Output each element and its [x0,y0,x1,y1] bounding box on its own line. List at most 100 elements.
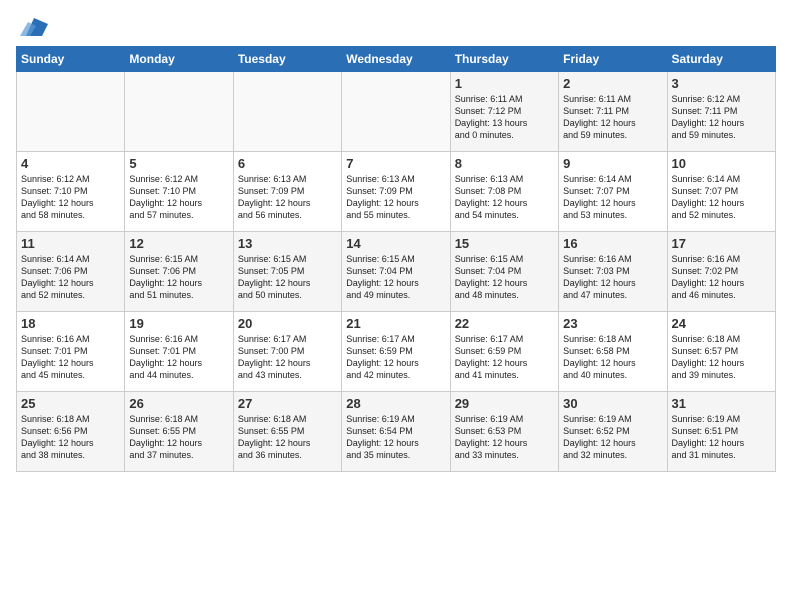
day-content: Sunrise: 6:14 AM Sunset: 7:07 PM Dayligh… [672,173,771,222]
day-number: 25 [21,396,120,411]
day-number: 27 [238,396,337,411]
day-content: Sunrise: 6:16 AM Sunset: 7:03 PM Dayligh… [563,253,662,302]
day-number: 11 [21,236,120,251]
day-content: Sunrise: 6:13 AM Sunset: 7:08 PM Dayligh… [455,173,554,222]
day-cell [233,72,341,152]
page: SundayMondayTuesdayWednesdayThursdayFrid… [0,0,792,612]
day-cell: 27 Sunrise: 6:18 AM Sunset: 6:55 PM Dayli… [233,392,341,472]
day-cell: 6 Sunrise: 6:13 AM Sunset: 7:09 PM Daylig… [233,152,341,232]
day-content: Sunrise: 6:14 AM Sunset: 7:07 PM Dayligh… [563,173,662,222]
day-content: Sunrise: 6:14 AM Sunset: 7:06 PM Dayligh… [21,253,120,302]
day-cell: 18Sunrise: 6:16 AM Sunset: 7:01 PM Dayli… [17,312,125,392]
day-number: 19 [129,316,228,331]
weekday-header-thursday: Thursday [450,47,558,72]
day-content: Sunrise: 6:18 AM Sunset: 6:55 PM Dayligh… [129,413,228,462]
day-number: 28 [346,396,445,411]
day-number: 3 [672,76,771,91]
weekday-header-tuesday: Tuesday [233,47,341,72]
weekday-row: SundayMondayTuesdayWednesdayThursdayFrid… [17,47,776,72]
day-number: 31 [672,396,771,411]
day-content: Sunrise: 6:18 AM Sunset: 6:55 PM Dayligh… [238,413,337,462]
day-cell [342,72,450,152]
day-content: Sunrise: 6:12 AM Sunset: 7:11 PM Dayligh… [672,93,771,142]
week-row-5: 25 Sunrise: 6:18 AM Sunset: 6:56 PM Dayli… [17,392,776,472]
day-number: 5 [129,156,228,171]
day-cell: 9 Sunrise: 6:14 AM Sunset: 7:07 PM Daylig… [559,152,667,232]
day-number: 10 [672,156,771,171]
day-content: Sunrise: 6:16 AM Sunset: 7:02 PM Dayligh… [672,253,771,302]
day-content: Sunrise: 6:19 AM Sunset: 6:51 PM Dayligh… [672,413,771,462]
day-number: 17 [672,236,771,251]
day-cell [17,72,125,152]
day-cell: 3 Sunrise: 6:12 AM Sunset: 7:11 PM Daylig… [667,72,775,152]
day-content: Sunrise: 6:11 AM Sunset: 7:11 PM Dayligh… [563,93,662,142]
day-cell: 24Sunrise: 6:18 AM Sunset: 6:57 PM Dayli… [667,312,775,392]
day-cell: 8 Sunrise: 6:13 AM Sunset: 7:08 PM Daylig… [450,152,558,232]
week-row-1: 1 Sunrise: 6:11 AM Sunset: 7:12 PM Daylig… [17,72,776,152]
weekday-header-friday: Friday [559,47,667,72]
day-cell: 16Sunrise: 6:16 AM Sunset: 7:03 PM Dayli… [559,232,667,312]
day-content: Sunrise: 6:18 AM Sunset: 6:56 PM Dayligh… [21,413,120,462]
day-cell: 31 Sunrise: 6:19 AM Sunset: 6:51 PM Dayli… [667,392,775,472]
week-row-2: 4 Sunrise: 6:12 AM Sunset: 7:10 PM Daylig… [17,152,776,232]
day-content: Sunrise: 6:19 AM Sunset: 6:52 PM Dayligh… [563,413,662,462]
day-number: 23 [563,316,662,331]
week-row-4: 18 Sunrise: 6:16 AM Sunset: 7:01 PM Dayli… [17,312,776,392]
day-content: Sunrise: 6:16 AM Sunset: 7:01 PM Dayligh… [129,333,228,382]
day-cell: 25 Sunrise: 6:18 AM Sunset: 6:56 PM Dayli… [17,392,125,472]
weekday-header-wednesday: Wednesday [342,47,450,72]
day-cell: 14Sunrise: 6:15 AM Sunset: 7:04 PM Dayli… [342,232,450,312]
calendar-header: SundayMondayTuesdayWednesdayThursdayFrid… [17,47,776,72]
day-content: Sunrise: 6:12 AM Sunset: 7:10 PM Dayligh… [129,173,228,222]
day-number: 29 [455,396,554,411]
day-cell: 29 Sunrise: 6:19 AM Sunset: 6:53 PM Dayli… [450,392,558,472]
day-number: 12 [129,236,228,251]
header [16,10,776,42]
day-cell: 23 Sunrise: 6:18 AM Sunset: 6:58 PM Dayli… [559,312,667,392]
day-content: Sunrise: 6:17 AM Sunset: 7:00 PM Dayligh… [238,333,337,382]
day-content: Sunrise: 6:18 AM Sunset: 6:58 PM Dayligh… [563,333,662,382]
day-cell: 12 Sunrise: 6:15 AM Sunset: 7:06 PM Dayli… [125,232,233,312]
day-number: 30 [563,396,662,411]
day-cell: 30 Sunrise: 6:19 AM Sunset: 6:52 PM Dayli… [559,392,667,472]
day-number: 20 [238,316,337,331]
logo-icon [20,14,48,42]
day-cell: 15Sunrise: 6:15 AM Sunset: 7:04 PM Dayli… [450,232,558,312]
day-content: Sunrise: 6:13 AM Sunset: 7:09 PM Dayligh… [238,173,337,222]
day-number: 8 [455,156,554,171]
day-content: Sunrise: 6:11 AM Sunset: 7:12 PM Dayligh… [455,93,554,142]
day-cell: 26 Sunrise: 6:18 AM Sunset: 6:55 PM Dayli… [125,392,233,472]
day-number: 26 [129,396,228,411]
calendar: SundayMondayTuesdayWednesdayThursdayFrid… [16,46,776,472]
day-number: 18 [21,316,120,331]
logo [16,14,48,42]
day-cell: 21 Sunrise: 6:17 AM Sunset: 6:59 PM Dayli… [342,312,450,392]
day-number: 21 [346,316,445,331]
day-number: 7 [346,156,445,171]
day-cell: 1 Sunrise: 6:11 AM Sunset: 7:12 PM Daylig… [450,72,558,152]
day-number: 4 [21,156,120,171]
day-content: Sunrise: 6:15 AM Sunset: 7:06 PM Dayligh… [129,253,228,302]
day-cell: 13Sunrise: 6:15 AM Sunset: 7:05 PM Dayli… [233,232,341,312]
day-cell: 28 Sunrise: 6:19 AM Sunset: 6:54 PM Dayli… [342,392,450,472]
day-cell: 5 Sunrise: 6:12 AM Sunset: 7:10 PM Daylig… [125,152,233,232]
day-number: 9 [563,156,662,171]
day-cell [125,72,233,152]
day-content: Sunrise: 6:19 AM Sunset: 6:54 PM Dayligh… [346,413,445,462]
day-number: 2 [563,76,662,91]
day-content: Sunrise: 6:12 AM Sunset: 7:10 PM Dayligh… [21,173,120,222]
day-number: 1 [455,76,554,91]
weekday-header-saturday: Saturday [667,47,775,72]
day-content: Sunrise: 6:19 AM Sunset: 6:53 PM Dayligh… [455,413,554,462]
day-number: 15 [455,236,554,251]
day-cell: 2 Sunrise: 6:11 AM Sunset: 7:11 PM Daylig… [559,72,667,152]
day-cell: 19 Sunrise: 6:16 AM Sunset: 7:01 PM Dayli… [125,312,233,392]
day-number: 22 [455,316,554,331]
day-content: Sunrise: 6:15 AM Sunset: 7:05 PM Dayligh… [238,253,337,302]
day-content: Sunrise: 6:17 AM Sunset: 6:59 PM Dayligh… [346,333,445,382]
day-cell: 22Sunrise: 6:17 AM Sunset: 6:59 PM Dayli… [450,312,558,392]
calendar-body: 1 Sunrise: 6:11 AM Sunset: 7:12 PM Daylig… [17,72,776,472]
day-number: 14 [346,236,445,251]
day-cell: 7Sunrise: 6:13 AM Sunset: 7:09 PM Daylig… [342,152,450,232]
day-number: 6 [238,156,337,171]
